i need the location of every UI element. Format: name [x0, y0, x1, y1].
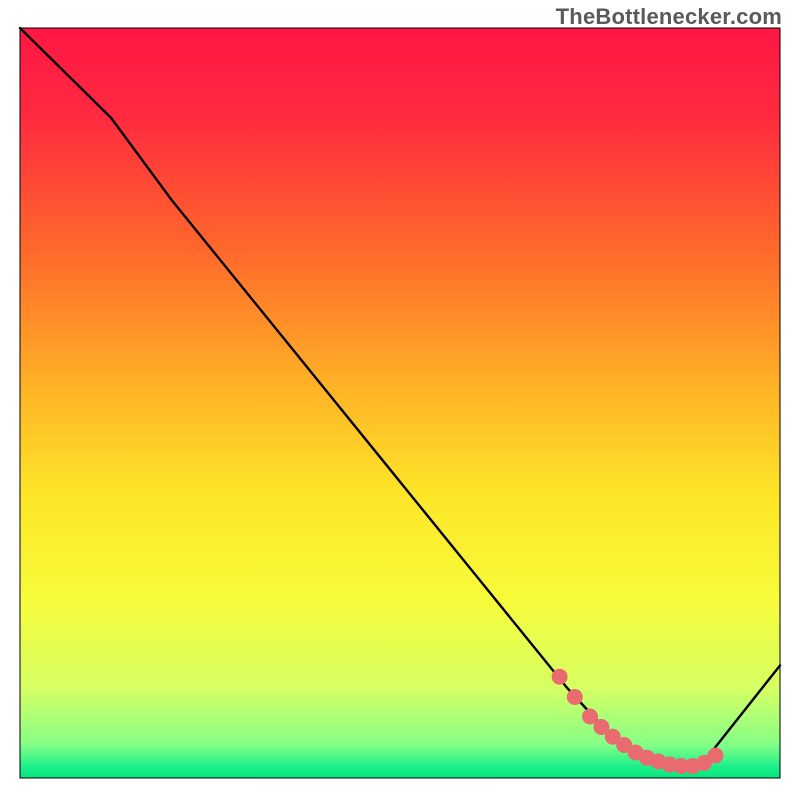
marker-dot	[567, 689, 583, 705]
marker-dot	[552, 669, 568, 685]
gradient-background	[20, 28, 780, 778]
marker-dot	[707, 748, 723, 764]
chart-svg	[0, 0, 800, 800]
watermark-label: TheBottlenecker.com	[556, 4, 782, 30]
bottleneck-gradient-chart: TheBottlenecker.com	[0, 0, 800, 800]
